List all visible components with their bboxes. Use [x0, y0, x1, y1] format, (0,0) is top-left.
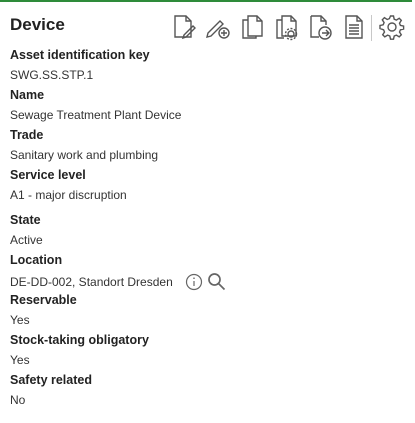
field-value: Active: [10, 233, 43, 247]
field-asset-key: Asset identification key SWG.SS.STP.1: [10, 47, 410, 83]
field-safety-related: Safety related No: [10, 372, 410, 408]
edit-document-icon: [174, 15, 196, 40]
edit-add-icon: [206, 20, 230, 39]
field-value: Sewage Treatment Plant Device: [10, 108, 182, 122]
copy-icon: [242, 15, 263, 39]
page-title: Device: [10, 15, 65, 34]
settings-button[interactable]: [378, 11, 406, 43]
field-state: State Active: [10, 212, 410, 248]
device-panel: Device Asset identification key SWG.SS.S…: [0, 0, 415, 423]
field-label: Name: [10, 88, 45, 102]
field-label: State: [10, 213, 41, 227]
edit-document-button[interactable]: [170, 11, 198, 43]
search-icon[interactable]: [207, 272, 226, 291]
document-export-icon: [310, 15, 332, 40]
field-value: Yes: [10, 353, 30, 367]
field-stock-taking: Stock-taking obligatory Yes: [10, 332, 410, 368]
edit-add-button[interactable]: [204, 11, 232, 43]
field-label: Trade: [10, 128, 44, 142]
location-row: DE-DD-002, Standort Dresden: [10, 272, 410, 291]
document-settings-icon: [276, 15, 298, 41]
document-lines-icon: [345, 15, 363, 39]
field-label: Stock-taking obligatory: [10, 333, 149, 347]
document-export-button[interactable]: [306, 11, 334, 43]
toolbar-separator: [371, 15, 372, 41]
field-location: Location DE-DD-002, Standort Dresden: [10, 252, 410, 291]
field-value: A1 - major discruption: [10, 188, 127, 202]
field-name: Name Sewage Treatment Plant Device: [10, 87, 410, 123]
copy-button[interactable]: [238, 11, 266, 43]
field-value: No: [10, 393, 26, 407]
settings-gear-icon: [379, 15, 405, 40]
field-reservable: Reservable Yes: [10, 292, 410, 328]
field-label: Asset identification key: [10, 48, 150, 62]
field-value: Yes: [10, 313, 30, 327]
field-label: Service level: [10, 168, 86, 182]
field-value: SWG.SS.STP.1: [10, 68, 94, 82]
field-label: Reservable: [10, 293, 77, 307]
field-label: Safety related: [10, 373, 92, 387]
field-trade: Trade Sanitary work and plumbing: [10, 127, 410, 163]
field-label: Location: [10, 253, 63, 267]
info-icon[interactable]: [185, 273, 203, 291]
field-value: DE-DD-002, Standort Dresden: [10, 274, 173, 289]
field-value: Sanitary work and plumbing: [10, 148, 159, 162]
document-settings-button[interactable]: [272, 11, 300, 43]
location-actions: [185, 272, 226, 291]
field-service-level: Service level A1 - major discruption: [10, 167, 410, 203]
document-lines-button[interactable]: [340, 11, 368, 43]
top-accent-line: [0, 0, 412, 2]
